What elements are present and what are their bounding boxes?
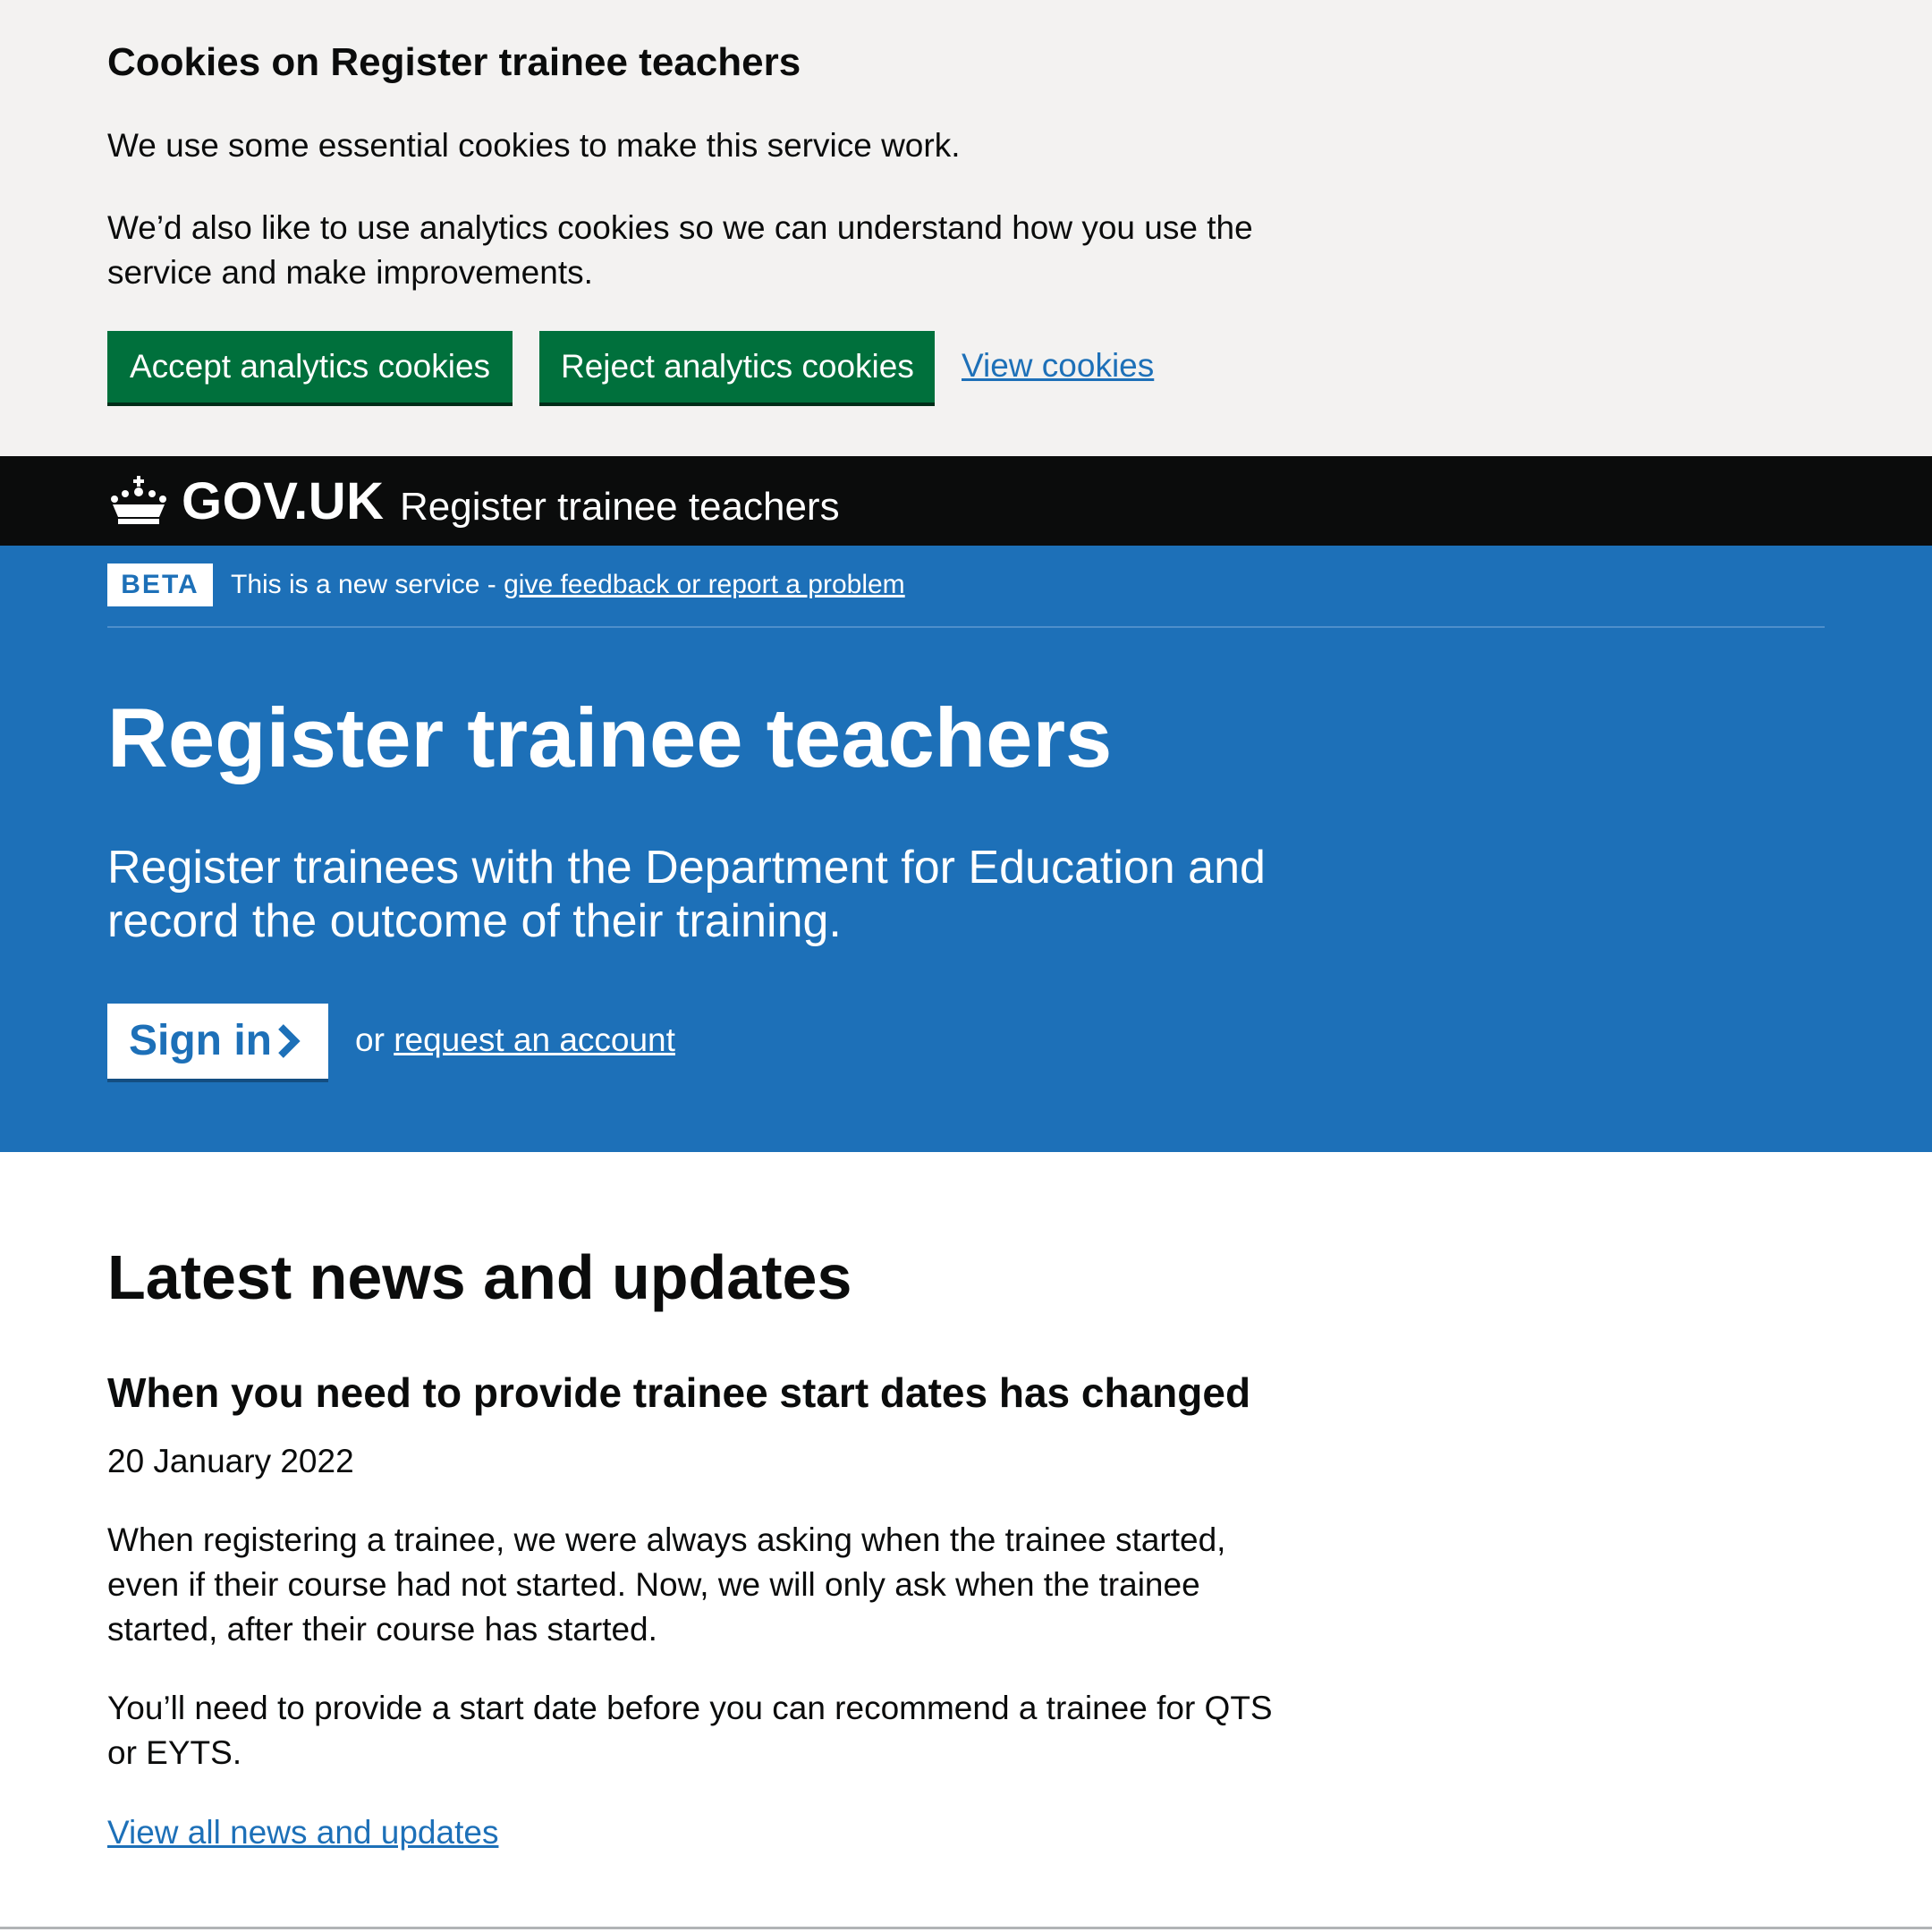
view-cookies-link[interactable]: View cookies (962, 343, 1154, 388)
govuk-header: GOV.UK Register trainee teachers (0, 456, 1932, 546)
accept-analytics-cookies-button[interactable]: Accept analytics cookies (107, 331, 513, 402)
cookie-essential-text: We use some essential cookies to make th… (107, 127, 961, 164)
chevron-right-icon (278, 1024, 301, 1058)
hero-section: BETA This is a new service - give feedba… (0, 546, 1932, 1152)
footer-divider (0, 1927, 1932, 1929)
phase-banner-message: This is a new service - (231, 570, 504, 599)
reject-analytics-cookies-button[interactable]: Reject analytics cookies (539, 331, 935, 402)
crown-icon[interactable] (107, 476, 170, 526)
govuk-logotype[interactable]: GOV.UK (182, 472, 384, 531)
news-item-paragraph: You’ll need to provide a start date befo… (107, 1690, 1273, 1771)
news-item-paragraph: When registering a trainee, we were alwa… (107, 1521, 1226, 1648)
sign-in-button[interactable]: Sign in (107, 1004, 328, 1079)
feedback-link[interactable]: give feedback or report a problem (504, 570, 905, 599)
cookie-analytics-text: We’d also like to use analytics cookies … (107, 209, 1253, 291)
page-title: Register trainee teachers (107, 691, 1113, 784)
request-account-text: or request an account (355, 1018, 675, 1063)
news-item-date: 20 January 2022 (107, 1443, 354, 1479)
phase-banner-text: This is a new service - give feedback or… (231, 564, 905, 606)
beta-tag: BETA (107, 564, 213, 606)
hero-lead-text: Register trainees with the Department fo… (107, 842, 1266, 947)
service-name-link[interactable]: Register trainee teachers (400, 481, 840, 533)
cookie-banner-title: Cookies on Register trainee teachers (107, 40, 801, 84)
cookie-banner: Cookies on Register trainee teachers We … (0, 0, 1932, 456)
or-text: or (355, 1021, 394, 1058)
request-account-link[interactable]: request an account (394, 1021, 675, 1058)
phase-banner-divider (107, 626, 1825, 628)
news-heading: Latest news and updates (107, 1242, 852, 1312)
sign-in-label: Sign in (129, 1017, 272, 1064)
view-all-news-link[interactable]: View all news and updates (107, 1810, 498, 1855)
news-item-title: When you need to provide trainee start d… (107, 1369, 1251, 1416)
